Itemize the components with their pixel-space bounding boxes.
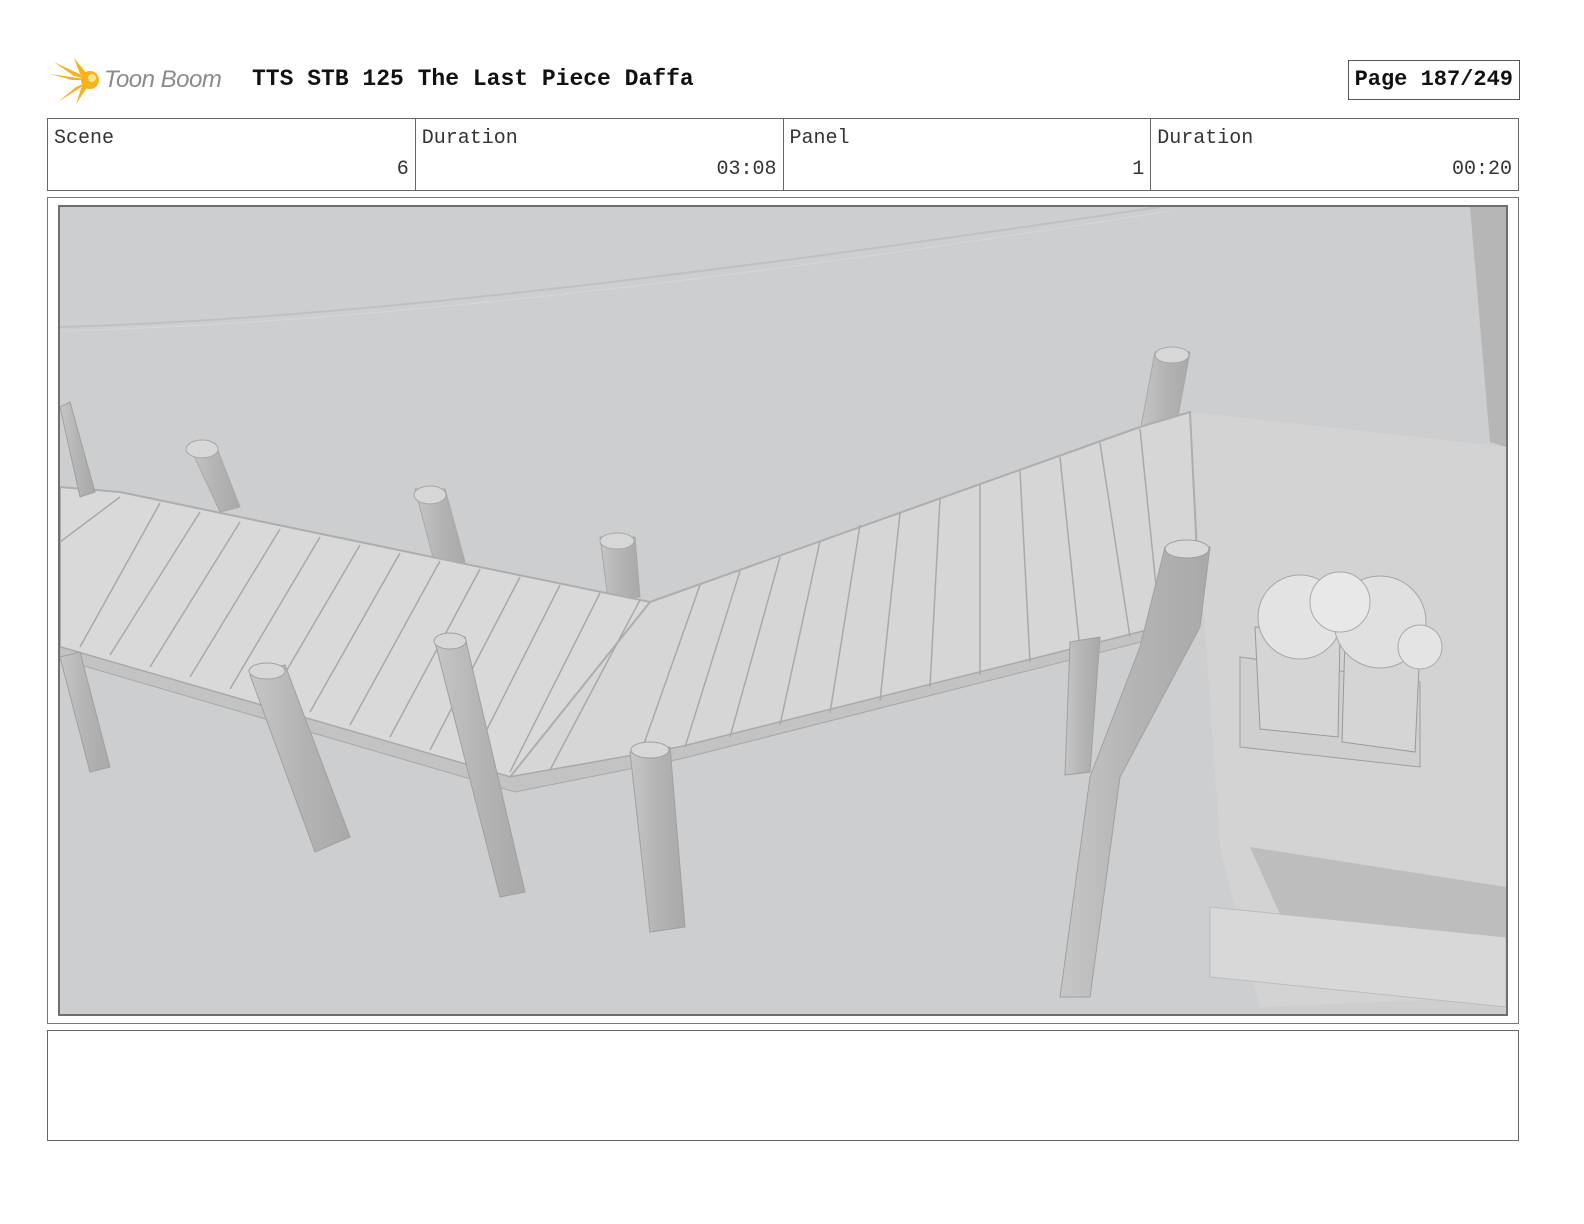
burst-icon <box>50 58 99 104</box>
page-number: Page 187/249 <box>1347 60 1520 100</box>
panel-duration-label: Duration <box>1157 127 1254 150</box>
storyboard-panel <box>47 197 1519 1024</box>
scene-duration-cell: Duration 03:08 <box>416 119 784 190</box>
panel-duration-value: 00:20 <box>1451 158 1512 181</box>
scene-info-row: Scene 6 Duration 03:08 Panel 1 Duration … <box>47 118 1519 191</box>
page-header: Toon Boom TTS STB 125 The Last Piece Daf… <box>48 52 1520 110</box>
panel-notes-box <box>47 1030 1519 1141</box>
panel-duration-cell: Duration 00:20 <box>1151 119 1518 190</box>
scene-label: Scene <box>54 127 115 150</box>
scene-value: 6 <box>396 158 409 181</box>
scene-cell: Scene 6 <box>48 119 416 190</box>
logo-text: Toon Boom <box>104 66 222 93</box>
scene-duration-value: 03:08 <box>716 158 777 181</box>
scene-duration-label: Duration <box>421 127 518 150</box>
panel-label: Panel <box>789 127 850 150</box>
dock-scene-drawing <box>60 207 1506 1014</box>
document-title: TTS STB 125 The Last Piece Daffa <box>252 66 694 92</box>
panel-image <box>58 205 1508 1016</box>
panel-cell: Panel 1 <box>784 119 1152 190</box>
toon-boom-logo: Toon Boom <box>48 56 238 106</box>
panel-value: 1 <box>1132 158 1145 181</box>
